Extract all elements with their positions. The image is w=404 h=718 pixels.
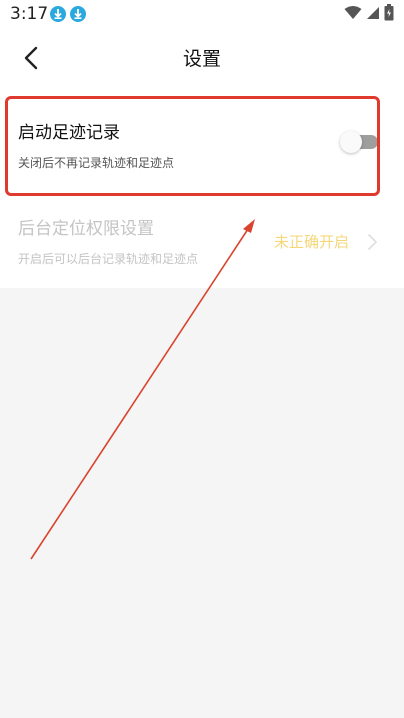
- settings-row-footprint[interactable]: 启动足迹记录 关闭后不再记录轨迹和足迹点: [0, 88, 404, 188]
- settings-row-background-location[interactable]: 后台定位权限设置 开启后可以后台记录轨迹和足迹点 未正确开启: [0, 188, 404, 288]
- download-icon: [70, 6, 86, 22]
- status-icons: [344, 3, 394, 25]
- chevron-right-icon: [368, 234, 377, 250]
- setting-title: 后台定位权限设置: [18, 219, 154, 239]
- signal-icon: [366, 5, 380, 24]
- setting-subtitle: 关闭后不再记录轨迹和足迹点: [18, 156, 175, 170]
- settings-list: 启动足迹记录 关闭后不再记录轨迹和足迹点 后台定位权限设置 开启后可以后台记录轨…: [0, 88, 404, 288]
- permission-status: 未正确开启: [273, 233, 349, 251]
- battery-icon: [384, 3, 394, 25]
- footprint-toggle[interactable]: [340, 131, 378, 153]
- status-bar: 3:17: [0, 0, 404, 28]
- app-header: 设置: [0, 28, 404, 88]
- wifi-icon: [344, 5, 362, 24]
- download-icon: [50, 6, 66, 22]
- status-time: 3:17: [10, 4, 49, 24]
- setting-subtitle: 开启后可以后台记录轨迹和足迹点: [18, 252, 199, 266]
- page-title: 设置: [182, 48, 221, 70]
- setting-title: 启动足迹记录: [18, 123, 120, 143]
- toggle-knob: [340, 131, 362, 153]
